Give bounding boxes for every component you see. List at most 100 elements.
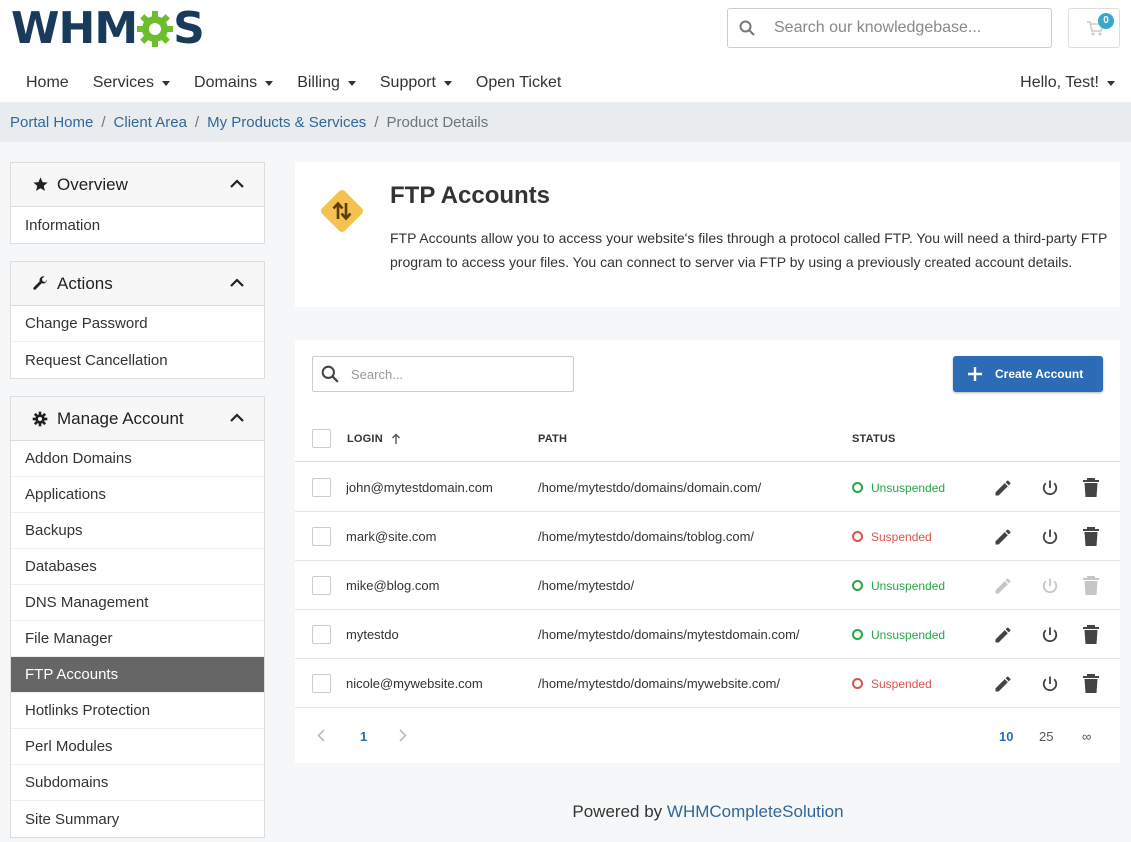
column-path-label: PATH <box>538 433 567 445</box>
user-greeting: Hello, Test! <box>1020 74 1099 92</box>
table-header: LOGIN PATH STATUS <box>295 415 1120 462</box>
row-path: /home/mytestdo/domains/domain.com/ <box>538 463 761 512</box>
row-path: /home/mytestdo/ <box>538 561 634 610</box>
breadcrumb-separator: / <box>101 114 105 131</box>
nav-label: Domains <box>194 74 257 92</box>
sidebar-item-addon-domains[interactable]: Addon Domains <box>11 441 264 477</box>
column-login[interactable]: LOGIN <box>347 415 401 462</box>
create-account-button[interactable]: Create Account <box>953 356 1103 392</box>
nav-home[interactable]: Home <box>14 74 81 92</box>
row-checkbox[interactable] <box>312 527 331 546</box>
user-menu[interactable]: Hello, Test! <box>1020 66 1115 100</box>
delete-button[interactable] <box>1080 477 1102 499</box>
whmcs-logo[interactable]: WHM S <box>11 6 204 52</box>
breadcrumb-portal-home[interactable]: Portal Home <box>10 114 93 131</box>
nav-domains[interactable]: Domains <box>182 74 285 92</box>
edit-button[interactable] <box>992 526 1014 548</box>
toggle-suspend-button[interactable] <box>1039 526 1061 548</box>
sidebar-item-backups[interactable]: Backups <box>11 513 264 549</box>
trash-icon <box>1082 527 1100 547</box>
next-page-button[interactable] <box>399 729 407 745</box>
status-dot-icon <box>852 580 863 591</box>
column-status[interactable]: STATUS <box>852 415 896 462</box>
sidebar-item-change-password[interactable]: Change Password <box>11 306 264 342</box>
table-row: mike@blog.com/home/mytestdo/Unsuspended <box>295 561 1120 610</box>
power-icon <box>1040 478 1060 498</box>
sidebar-item-applications[interactable]: Applications <box>11 477 264 513</box>
status-dot-icon <box>852 482 863 493</box>
row-checkbox[interactable] <box>312 625 331 644</box>
ftp-accounts-table-card: Create Account LOGIN PATH STATUS john@my… <box>295 340 1120 763</box>
page-size-all[interactable]: ∞ <box>1082 729 1091 744</box>
sidebar-item-information[interactable]: Information <box>11 207 264 243</box>
overview-panel-header[interactable]: Overview <box>11 163 264 207</box>
chevron-up-icon[interactable] <box>230 278 244 287</box>
column-path[interactable]: PATH <box>538 415 567 462</box>
row-status-cell: Unsuspended <box>852 610 945 659</box>
power-icon <box>1040 527 1060 547</box>
row-status-cell: Unsuspended <box>852 463 945 512</box>
row-checkbox[interactable] <box>312 674 331 693</box>
edit-button[interactable] <box>992 477 1014 499</box>
table-row: mark@site.com/home/mytestdo/domains/tobl… <box>295 512 1120 561</box>
prev-page-button[interactable] <box>317 729 325 745</box>
table-row: nicole@mywebsite.com/home/mytestdo/domai… <box>295 659 1120 708</box>
sidebar-item-perl-modules[interactable]: Perl Modules <box>11 729 264 765</box>
row-select-cell <box>312 610 331 659</box>
manage-account-panel: Manage Account Addon Domains Application… <box>10 396 265 838</box>
breadcrumb-client-area[interactable]: Client Area <box>114 114 187 131</box>
chevron-up-icon[interactable] <box>230 179 244 188</box>
delete-button[interactable] <box>1080 624 1102 646</box>
caret-down-icon <box>348 81 356 86</box>
edit-button[interactable] <box>992 673 1014 695</box>
cart-count-badge: 0 <box>1098 13 1114 29</box>
page-size-25[interactable]: 25 <box>1039 729 1053 744</box>
page-title: FTP Accounts <box>390 182 550 210</box>
breadcrumb-separator: / <box>374 114 378 131</box>
select-all-checkbox[interactable] <box>312 429 331 448</box>
star-icon <box>31 176 49 194</box>
toggle-suspend-button[interactable] <box>1039 477 1061 499</box>
row-checkbox[interactable] <box>312 478 331 497</box>
footer-link[interactable]: WHMCompleteSolution <box>667 802 844 821</box>
sort-ascending-icon <box>391 433 401 445</box>
sidebar-item-dns-management[interactable]: DNS Management <box>11 585 264 621</box>
nav-open-ticket[interactable]: Open Ticket <box>464 74 573 92</box>
status-label: Unsuspended <box>871 628 945 642</box>
page-number-current[interactable]: 1 <box>360 729 367 744</box>
table-search-input[interactable] <box>351 367 566 382</box>
sidebar-item-request-cancellation[interactable]: Request Cancellation <box>11 342 264 378</box>
delete-button[interactable] <box>1080 673 1102 695</box>
sidebar-item-databases[interactable]: Databases <box>11 549 264 585</box>
sidebar-item-hotlinks-protection[interactable]: Hotlinks Protection <box>11 693 264 729</box>
toggle-suspend-button[interactable] <box>1039 624 1061 646</box>
nav-label: Home <box>26 74 69 92</box>
nav-support[interactable]: Support <box>368 74 464 92</box>
sidebar-item-file-manager[interactable]: File Manager <box>11 621 264 657</box>
breadcrumb-products-services[interactable]: My Products & Services <box>207 114 366 131</box>
panel-title: Overview <box>57 175 128 195</box>
edit-button[interactable] <box>992 624 1014 646</box>
row-status-cell: Suspended <box>852 659 932 708</box>
nav-billing[interactable]: Billing <box>285 74 368 92</box>
knowledgebase-search-input[interactable] <box>774 19 1044 37</box>
page-size-10[interactable]: 10 <box>999 729 1013 744</box>
row-status-cell: Suspended <box>852 512 932 561</box>
toggle-suspend-button[interactable] <box>1039 673 1061 695</box>
sidebar-item-subdomains[interactable]: Subdomains <box>11 765 264 801</box>
manage-account-panel-header[interactable]: Manage Account <box>11 397 264 441</box>
plus-icon <box>967 366 983 382</box>
delete-button[interactable] <box>1080 526 1102 548</box>
trash-icon <box>1082 674 1100 694</box>
actions-panel-header[interactable]: Actions <box>11 262 264 306</box>
nav-services[interactable]: Services <box>81 74 182 92</box>
row-path: /home/mytestdo/domains/toblog.com/ <box>538 512 754 561</box>
row-checkbox[interactable] <box>312 576 331 595</box>
footer-prefix: Powered by <box>572 802 662 821</box>
chevron-up-icon[interactable] <box>230 413 244 422</box>
sidebar-item-ftp-accounts[interactable]: FTP Accounts <box>11 657 264 693</box>
knowledgebase-search[interactable] <box>727 8 1052 48</box>
cart-button[interactable]: 0 <box>1068 8 1120 48</box>
select-all-cell <box>312 415 331 462</box>
table-search[interactable] <box>312 356 574 392</box>
